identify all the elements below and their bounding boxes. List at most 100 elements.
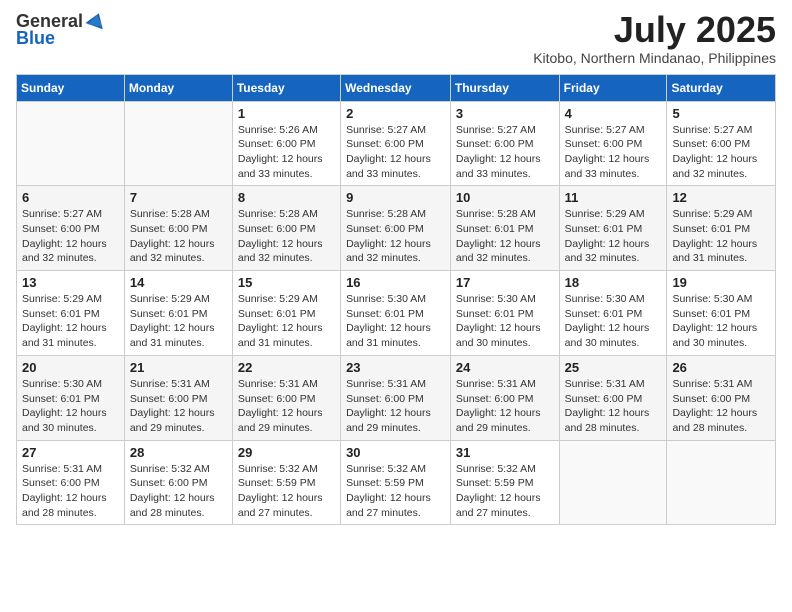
day-info: Sunrise: 5:27 AM Sunset: 6:00 PM Dayligh…: [346, 123, 445, 182]
calendar-cell: 27 Sunrise: 5:31 AM Sunset: 6:00 PM Dayli…: [17, 440, 125, 525]
day-number: 24: [456, 360, 554, 375]
title-month-year: July 2025: [533, 10, 776, 50]
day-info: Sunrise: 5:28 AM Sunset: 6:00 PM Dayligh…: [346, 207, 445, 266]
logo: General Blue: [16, 10, 107, 49]
calendar-cell: 6Sunrise: 5:27 AM Sunset: 6:00 PM Daylig…: [17, 186, 125, 271]
calendar-cell: 8 Sunrise: 5:28 AM Sunset: 6:00 PM Daylig…: [232, 186, 340, 271]
day-number: 5: [672, 106, 770, 121]
calendar-cell: 26 Sunrise: 5:31 AM Sunset: 6:00 PM Dayli…: [667, 355, 776, 440]
day-number: 16: [346, 275, 445, 290]
calendar-cell: 10 Sunrise: 5:28 AM Sunset: 6:01 PM Dayli…: [450, 186, 559, 271]
header-day-tuesday: Tuesday: [232, 74, 340, 101]
day-info: Sunrise: 5:29 AM Sunset: 6:01 PM Dayligh…: [672, 207, 770, 266]
calendar-week-row: 27 Sunrise: 5:31 AM Sunset: 6:00 PM Dayli…: [17, 440, 776, 525]
day-info: Sunrise: 5:30 AM Sunset: 6:01 PM Dayligh…: [565, 292, 662, 351]
header-day-thursday: Thursday: [450, 74, 559, 101]
day-number: 25: [565, 360, 662, 375]
header-day-saturday: Saturday: [667, 74, 776, 101]
calendar-cell: [667, 440, 776, 525]
calendar-cell: 30 Sunrise: 5:32 AM Sunset: 5:59 PM Dayli…: [341, 440, 451, 525]
calendar-cell: 31Sunrise: 5:32 AM Sunset: 5:59 PM Dayli…: [450, 440, 559, 525]
day-number: 7: [130, 190, 227, 205]
calendar-week-row: 1Sunrise: 5:26 AM Sunset: 6:00 PM Daylig…: [17, 101, 776, 186]
calendar-cell: 21 Sunrise: 5:31 AM Sunset: 6:00 PM Dayli…: [124, 355, 232, 440]
title-area: July 2025 Kitobo, Northern Mindanao, Phi…: [533, 10, 776, 66]
logo-icon: [85, 10, 107, 32]
day-info: Sunrise: 5:26 AM Sunset: 6:00 PM Dayligh…: [238, 123, 335, 182]
calendar-cell: 23Sunrise: 5:31 AM Sunset: 6:00 PM Dayli…: [341, 355, 451, 440]
calendar-cell: 25 Sunrise: 5:31 AM Sunset: 6:00 PM Dayli…: [559, 355, 667, 440]
header-day-monday: Monday: [124, 74, 232, 101]
day-info: Sunrise: 5:30 AM Sunset: 6:01 PM Dayligh…: [22, 377, 119, 436]
day-info: Sunrise: 5:30 AM Sunset: 6:01 PM Dayligh…: [672, 292, 770, 351]
calendar-cell: 28 Sunrise: 5:32 AM Sunset: 6:00 PM Dayli…: [124, 440, 232, 525]
calendar-cell: 12Sunrise: 5:29 AM Sunset: 6:01 PM Dayli…: [667, 186, 776, 271]
day-number: 31: [456, 445, 554, 460]
day-info: Sunrise: 5:27 AM Sunset: 6:00 PM Dayligh…: [672, 123, 770, 182]
day-number: 27: [22, 445, 119, 460]
day-info: Sunrise: 5:28 AM Sunset: 6:00 PM Dayligh…: [238, 207, 335, 266]
day-number: 28: [130, 445, 227, 460]
day-info: Sunrise: 5:32 AM Sunset: 5:59 PM Dayligh…: [346, 462, 445, 521]
calendar-cell: [559, 440, 667, 525]
day-number: 2: [346, 106, 445, 121]
title-location: Kitobo, Northern Mindanao, Philippines: [533, 50, 776, 66]
calendar-cell: 18 Sunrise: 5:30 AM Sunset: 6:01 PM Dayli…: [559, 271, 667, 356]
calendar-cell: [124, 101, 232, 186]
page-header: General Blue July 2025 Kitobo, Northern …: [16, 10, 776, 66]
calendar-cell: 20 Sunrise: 5:30 AM Sunset: 6:01 PM Dayli…: [17, 355, 125, 440]
day-number: 15: [238, 275, 335, 290]
day-info: Sunrise: 5:29 AM Sunset: 6:01 PM Dayligh…: [565, 207, 662, 266]
calendar-cell: 24Sunrise: 5:31 AM Sunset: 6:00 PM Dayli…: [450, 355, 559, 440]
day-info: Sunrise: 5:29 AM Sunset: 6:01 PM Dayligh…: [238, 292, 335, 351]
calendar-week-row: 20 Sunrise: 5:30 AM Sunset: 6:01 PM Dayli…: [17, 355, 776, 440]
day-number: 20: [22, 360, 119, 375]
header-day-wednesday: Wednesday: [341, 74, 451, 101]
calendar-cell: 7Sunrise: 5:28 AM Sunset: 6:00 PM Daylig…: [124, 186, 232, 271]
day-number: 19: [672, 275, 770, 290]
day-number: 4: [565, 106, 662, 121]
day-number: 30: [346, 445, 445, 460]
day-info: Sunrise: 5:27 AM Sunset: 6:00 PM Dayligh…: [22, 207, 119, 266]
calendar-cell: 13Sunrise: 5:29 AM Sunset: 6:01 PM Dayli…: [17, 271, 125, 356]
calendar-cell: 14Sunrise: 5:29 AM Sunset: 6:01 PM Dayli…: [124, 271, 232, 356]
day-info: Sunrise: 5:27 AM Sunset: 6:00 PM Dayligh…: [565, 123, 662, 182]
calendar-table: SundayMondayTuesdayWednesdayThursdayFrid…: [16, 74, 776, 526]
day-info: Sunrise: 5:32 AM Sunset: 6:00 PM Dayligh…: [130, 462, 227, 521]
calendar-cell: 15 Sunrise: 5:29 AM Sunset: 6:01 PM Dayli…: [232, 271, 340, 356]
day-info: Sunrise: 5:31 AM Sunset: 6:00 PM Dayligh…: [565, 377, 662, 436]
calendar-cell: 29Sunrise: 5:32 AM Sunset: 5:59 PM Dayli…: [232, 440, 340, 525]
day-number: 21: [130, 360, 227, 375]
day-info: Sunrise: 5:29 AM Sunset: 6:01 PM Dayligh…: [130, 292, 227, 351]
day-info: Sunrise: 5:31 AM Sunset: 6:00 PM Dayligh…: [130, 377, 227, 436]
day-info: Sunrise: 5:31 AM Sunset: 6:00 PM Dayligh…: [346, 377, 445, 436]
day-number: 9: [346, 190, 445, 205]
day-number: 3: [456, 106, 554, 121]
calendar-cell: 1Sunrise: 5:26 AM Sunset: 6:00 PM Daylig…: [232, 101, 340, 186]
calendar-cell: 4 Sunrise: 5:27 AM Sunset: 6:00 PM Daylig…: [559, 101, 667, 186]
header-day-friday: Friday: [559, 74, 667, 101]
day-info: Sunrise: 5:31 AM Sunset: 6:00 PM Dayligh…: [238, 377, 335, 436]
calendar-cell: 19 Sunrise: 5:30 AM Sunset: 6:01 PM Dayli…: [667, 271, 776, 356]
calendar-cell: [17, 101, 125, 186]
calendar-cell: 22 Sunrise: 5:31 AM Sunset: 6:00 PM Dayli…: [232, 355, 340, 440]
day-info: Sunrise: 5:31 AM Sunset: 6:00 PM Dayligh…: [22, 462, 119, 521]
day-info: Sunrise: 5:27 AM Sunset: 6:00 PM Dayligh…: [456, 123, 554, 182]
day-number: 18: [565, 275, 662, 290]
calendar-cell: 17Sunrise: 5:30 AM Sunset: 6:01 PM Dayli…: [450, 271, 559, 356]
day-number: 11: [565, 190, 662, 205]
calendar-week-row: 6Sunrise: 5:27 AM Sunset: 6:00 PM Daylig…: [17, 186, 776, 271]
day-info: Sunrise: 5:32 AM Sunset: 5:59 PM Dayligh…: [238, 462, 335, 521]
day-number: 26: [672, 360, 770, 375]
day-number: 13: [22, 275, 119, 290]
day-info: Sunrise: 5:28 AM Sunset: 6:01 PM Dayligh…: [456, 207, 554, 266]
calendar-cell: 16 Sunrise: 5:30 AM Sunset: 6:01 PM Dayli…: [341, 271, 451, 356]
day-number: 8: [238, 190, 335, 205]
calendar-cell: 2 Sunrise: 5:27 AM Sunset: 6:00 PM Daylig…: [341, 101, 451, 186]
day-number: 22: [238, 360, 335, 375]
calendar-week-row: 13 Sunrise: 5:29 AM Sunset: 6:01 PM Dayli…: [17, 271, 776, 356]
day-info: Sunrise: 5:30 AM Sunset: 6:01 PM Dayligh…: [346, 292, 445, 351]
day-number: 10: [456, 190, 554, 205]
day-info: Sunrise: 5:31 AM Sunset: 6:00 PM Dayligh…: [672, 377, 770, 436]
calendar-cell: 3 Sunrise: 5:27 AM Sunset: 6:00 PM Daylig…: [450, 101, 559, 186]
